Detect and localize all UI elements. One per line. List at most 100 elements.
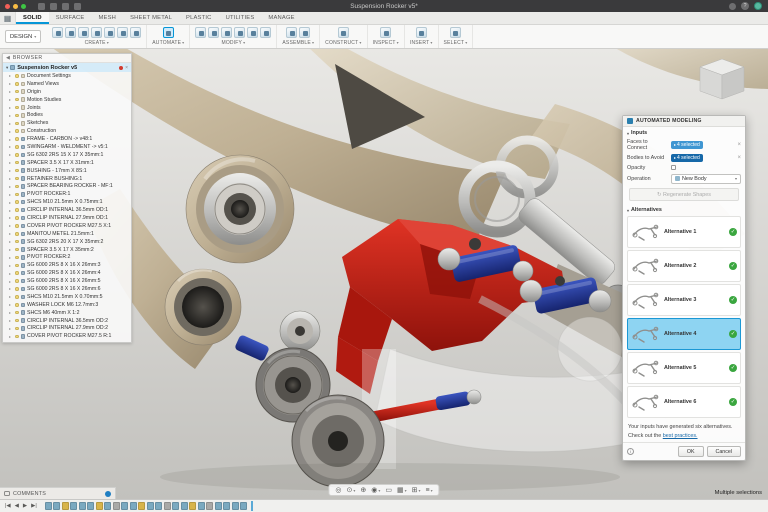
- zoom-icon[interactable]: ◉ ▾: [371, 487, 380, 494]
- timeline-feature-icon[interactable]: [155, 502, 162, 510]
- visibility-bulb-icon[interactable]: [15, 264, 19, 268]
- visibility-bulb-icon[interactable]: [15, 303, 19, 307]
- timeline-feature-icon[interactable]: [53, 502, 60, 510]
- expand-caret-icon[interactable]: ▸: [9, 302, 13, 307]
- browser-item[interactable]: ▸ CIRCLIP INTERNAL 36.5mm OD:2: [3, 317, 131, 325]
- timeline-feature-icon[interactable]: [104, 502, 111, 510]
- timeline-feature-icon[interactable]: [164, 502, 171, 510]
- expand-caret-icon[interactable]: ▸: [9, 208, 13, 213]
- visibility-bulb-icon[interactable]: [15, 311, 19, 315]
- ribbon-tab[interactable]: SHEET METAL: [123, 12, 179, 24]
- measure-icon[interactable]: [380, 27, 391, 38]
- timeline-feature-icon[interactable]: [96, 502, 103, 510]
- maximize-window-icon[interactable]: [21, 4, 26, 9]
- timeline-feature-icon[interactable]: [172, 502, 179, 510]
- timeline-feature-icon[interactable]: [240, 502, 247, 510]
- redo-icon[interactable]: [74, 3, 81, 10]
- ribbon-tab[interactable]: MANAGE: [261, 12, 301, 24]
- alternative-row[interactable]: Alternative 4 ✓: [627, 318, 741, 350]
- ribbon-group-dropdown[interactable]: ASSEMBLE ▾: [282, 40, 314, 46]
- design-workspace-dropdown[interactable]: DESIGN ▾: [5, 30, 41, 43]
- fillet-icon[interactable]: [208, 27, 219, 38]
- expand-caret-icon[interactable]: ▸: [9, 255, 13, 260]
- visibility-bulb-icon[interactable]: [15, 200, 19, 204]
- expand-caret-icon[interactable]: ▸: [9, 223, 13, 228]
- timeline-feature-icon[interactable]: [62, 502, 69, 510]
- expand-caret-icon[interactable]: ▸: [9, 231, 13, 236]
- playback-control-icon[interactable]: ▶: [22, 503, 28, 509]
- minimize-window-icon[interactable]: [13, 4, 18, 9]
- browser-item[interactable]: ▸ SHCS M6 40mm X 1:2: [3, 309, 131, 317]
- visibility-bulb-icon[interactable]: [15, 169, 19, 173]
- visibility-bulb-icon[interactable]: [15, 129, 19, 133]
- expand-caret-icon[interactable]: ▸: [9, 239, 13, 244]
- browser-item[interactable]: ▸ Construction: [3, 127, 131, 135]
- visibility-bulb-icon[interactable]: [15, 319, 19, 323]
- visibility-bulb-icon[interactable]: [15, 240, 19, 244]
- expand-caret-icon[interactable]: ▸: [9, 89, 13, 94]
- form-icon[interactable]: [130, 27, 141, 38]
- browser-item[interactable]: ▸ SPACER BEARING ROCKER - MF:1: [3, 182, 131, 190]
- visibility-bulb-icon[interactable]: [15, 335, 19, 339]
- expand-caret-icon[interactable]: ▸: [9, 168, 13, 173]
- alternative-row[interactable]: Alternative 3 ✓: [627, 284, 741, 316]
- timeline-feature-icon[interactable]: [130, 502, 137, 510]
- loft-icon[interactable]: [104, 27, 115, 38]
- browser-item[interactable]: ▸ SG 6302 2RS 15 X 17 X 35mm:1: [3, 151, 131, 159]
- visibility-bulb-icon[interactable]: [15, 82, 19, 86]
- ribbon-group-dropdown[interactable]: CONSTRUCT ▾: [325, 40, 361, 46]
- ribbon-tab[interactable]: MESH: [92, 12, 124, 24]
- expand-caret-icon[interactable]: ▸: [9, 105, 13, 110]
- timeline-feature-icon[interactable]: [70, 502, 77, 510]
- ribbon-group-dropdown[interactable]: SELECT ▾: [444, 40, 468, 46]
- comments-bar[interactable]: COMMENTS: [0, 487, 116, 499]
- visibility-bulb-icon[interactable]: [15, 224, 19, 228]
- expand-caret-icon[interactable]: ▸: [9, 81, 13, 86]
- visibility-bulb-icon[interactable]: [15, 216, 19, 220]
- expand-caret-icon[interactable]: ▸: [9, 215, 13, 220]
- expand-caret-icon[interactable]: ▸: [9, 144, 13, 149]
- browser-item[interactable]: ▸ FRAME - CARBON -> v48:1: [3, 135, 131, 143]
- pan-icon[interactable]: ⊕ ▾: [360, 487, 366, 494]
- visibility-bulb-icon[interactable]: [15, 74, 19, 78]
- browser-item[interactable]: ▸ Sketches: [3, 119, 131, 127]
- browser-item[interactable]: ▸ PIVOT ROCKER:1: [3, 190, 131, 198]
- visibility-bulb-icon[interactable]: [15, 295, 19, 299]
- new-component-icon[interactable]: [286, 27, 297, 38]
- browser-item[interactable]: ▸ Named Views: [3, 80, 131, 88]
- expand-caret-icon[interactable]: ▸: [9, 73, 13, 78]
- dialog-header[interactable]: AUTOMATED MODELING: [623, 116, 745, 127]
- user-avatar[interactable]: [754, 2, 762, 10]
- timeline-feature-icon[interactable]: [189, 502, 196, 510]
- visibility-bulb-icon[interactable]: [15, 177, 19, 181]
- ribbon-tab[interactable]: PLASTIC: [179, 12, 219, 24]
- expand-caret-icon[interactable]: ▸: [9, 263, 13, 268]
- visibility-bulb-icon[interactable]: [15, 114, 19, 118]
- ribbon-group-dropdown[interactable]: CREATE ▾: [85, 40, 109, 46]
- browser-item[interactable]: ▸ Origin: [3, 88, 131, 96]
- expand-caret-icon[interactable]: ▸: [9, 160, 13, 165]
- combine-icon[interactable]: [234, 27, 245, 38]
- undo-icon[interactable]: [62, 3, 69, 10]
- display-settings-icon[interactable]: ▦ ▾: [397, 487, 407, 494]
- timeline-feature-icon[interactable]: [87, 502, 94, 510]
- select-icon[interactable]: [450, 27, 461, 38]
- browser-item[interactable]: ▸ Document Settings: [3, 72, 131, 80]
- expand-caret-icon[interactable]: ▸: [9, 152, 13, 157]
- expand-caret-icon[interactable]: ▸: [9, 318, 13, 323]
- close-icon[interactable]: ×: [125, 65, 128, 71]
- expand-caret-icon[interactable]: ▸: [9, 113, 13, 118]
- alternatives-section-header[interactable]: ▾ Alternatives: [623, 204, 745, 214]
- extrude-icon[interactable]: [65, 27, 76, 38]
- opacity-checkbox[interactable]: [671, 165, 676, 170]
- browser-item[interactable]: ▸ SPACER 3.5 X 17 X 35mm:2: [3, 246, 131, 254]
- visibility-bulb-icon[interactable]: [15, 185, 19, 189]
- browser-item[interactable]: ▸ Motion Studies: [3, 96, 131, 104]
- timeline-feature-icon[interactable]: [45, 502, 52, 510]
- ribbon-group-dropdown[interactable]: MODIFY ▾: [221, 40, 245, 46]
- visibility-bulb-icon[interactable]: [15, 256, 19, 260]
- ribbon-tab[interactable]: SOLID: [16, 12, 49, 24]
- expand-caret-icon[interactable]: ▸: [9, 200, 13, 205]
- fit-icon[interactable]: ▭ ▾: [385, 487, 392, 494]
- regenerate-shapes-button[interactable]: ↻ Regenerate Shapes: [629, 188, 739, 201]
